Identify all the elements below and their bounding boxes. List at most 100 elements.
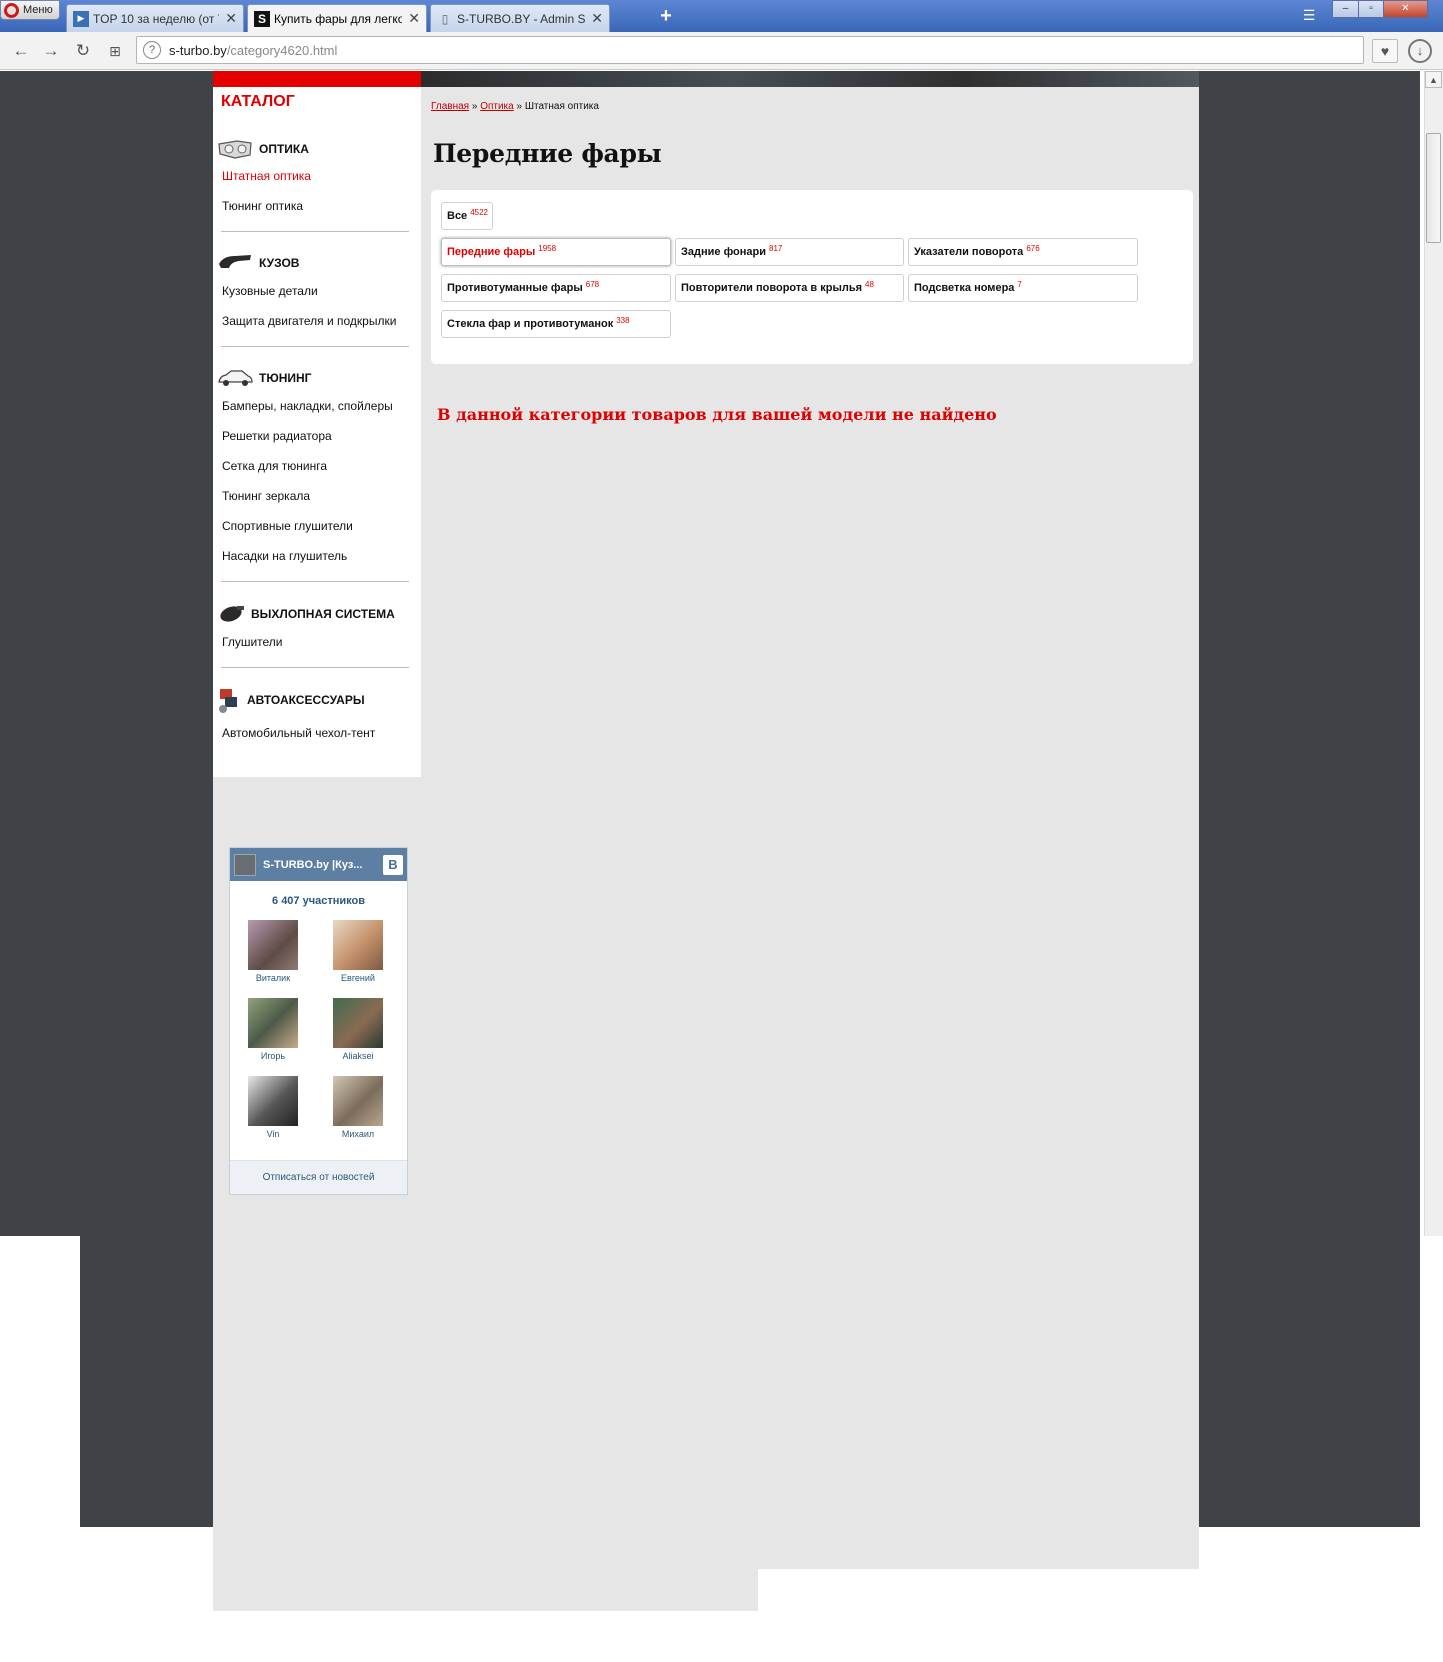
subcategory-all[interactable]: Все 4522 — [441, 202, 493, 230]
page-title: Передние фары — [433, 139, 662, 168]
subcategory-count: 676 — [1026, 243, 1040, 253]
new-tab-button[interactable]: + — [655, 6, 677, 28]
maximize-icon[interactable]: ▫ — [1358, 0, 1384, 18]
tab-close-icon[interactable]: ✕ — [591, 10, 603, 27]
vk-group-name[interactable]: S-TURBO.by |Куз... — [263, 859, 383, 871]
tab-kupit-fary[interactable]: S Купить фары для легковы ✕ — [247, 4, 427, 32]
subcategory-zadnie-fonari[interactable]: Задние фонари 817 — [675, 238, 904, 266]
back-arrow-icon[interactable]: ← — [10, 40, 32, 62]
vk-member-name: Евгений — [341, 973, 375, 983]
scroll-up-icon[interactable]: ▲ — [1425, 71, 1442, 88]
subcategory-count: 48 — [865, 279, 874, 289]
s-turbo-favicon-icon: S — [254, 10, 270, 27]
minimize-icon[interactable]: – — [1332, 0, 1359, 18]
sidebar-item-reshetki[interactable]: Решетки радиатора — [222, 429, 332, 443]
car-fender-icon — [217, 251, 253, 275]
subcategory-protivotumannye-fary[interactable]: Противотуманные фары 678 — [441, 274, 671, 302]
sidebar-item-shtatnaya-optika[interactable]: Штатная оптика — [222, 169, 311, 183]
browser-menu-button[interactable]: Меню — [0, 0, 60, 20]
content-background-bottom — [213, 1569, 758, 1611]
vk-group-avatar — [234, 853, 256, 876]
sidebar-red-bar — [213, 71, 421, 87]
breadcrumb-separator: » — [516, 101, 523, 112]
vk-unsubscribe-link[interactable]: Отписаться от новостей — [230, 1160, 407, 1194]
vk-member[interactable]: Игорь — [238, 998, 308, 1061]
vk-member[interactable]: Виталик — [238, 920, 308, 983]
tab-menu-icon[interactable]: ☰ — [1300, 7, 1318, 23]
avatar — [248, 1076, 298, 1126]
sidebar-item-bampery[interactable]: Бамперы, накладки, спойлеры — [222, 399, 393, 413]
scrollbar-thumb[interactable] — [1426, 133, 1441, 243]
section-vykhlopnaya-sistema[interactable]: ВЫХЛОПНАЯ СИСТЕМА — [217, 602, 395, 626]
header-banner-strip — [421, 71, 1199, 87]
section-kuzov[interactable]: КУЗОВ — [217, 251, 299, 275]
vk-member[interactable]: Vin — [238, 1076, 308, 1139]
vertical-scrollbar[interactable]: ▲ — [1424, 71, 1443, 1236]
subcategory-label: Задние фонари — [681, 246, 767, 258]
sidebar-item-zerkala[interactable]: Тюнинг зеркала — [222, 489, 310, 503]
tab-close-icon[interactable]: ✕ — [225, 10, 237, 27]
avatar — [248, 920, 298, 970]
sidebar-item-kuzovnye-detali[interactable]: Кузовные детали — [222, 284, 318, 298]
sidebar-item-tuning-optika[interactable]: Тюнинг оптика — [222, 199, 303, 213]
subcategory-povtoriteli-povorota[interactable]: Повторители поворота в крылья 48 — [675, 274, 904, 302]
vk-widget-header[interactable]: S-TURBO.by |Куз... B — [230, 848, 407, 881]
sidebar-divider — [221, 231, 409, 232]
avatar — [333, 920, 383, 970]
subcategory-perednie-fary[interactable]: Передние фары 1958 — [441, 238, 671, 266]
subcategory-label: Указатели поворота — [914, 246, 1024, 258]
subcategory-count: 4522 — [470, 207, 488, 217]
breadcrumb-home-link[interactable]: Главная — [431, 101, 469, 112]
tab-close-icon[interactable]: ✕ — [408, 10, 420, 27]
page-viewport: ▲ КАТАЛОГ ОПТИКА Штатная оптика Тюнинг о… — [0, 71, 1443, 1662]
sidebar-divider — [221, 346, 409, 347]
sidebar-divider — [221, 667, 409, 668]
subcategory-stekla-far[interactable]: Стекла фар и противотуманок 338 — [441, 310, 671, 338]
browser-menu-label: Меню — [23, 4, 53, 16]
close-window-icon[interactable]: ✕ — [1383, 0, 1428, 18]
section-title: ОПТИКА — [259, 142, 309, 156]
vk-member-name: Игорь — [260, 1051, 286, 1061]
vk-member[interactable]: Михаил — [323, 1076, 393, 1139]
vk-member[interactable]: Aliaksei — [323, 998, 393, 1061]
tab-title: TOP 10 за неделю (от TRUE — [93, 11, 219, 26]
sidebar-item-chekhol-tent[interactable]: Автомобильный чехол-тент — [222, 726, 375, 740]
vk-members-count[interactable]: 6 407 участников — [230, 895, 407, 907]
download-icon[interactable]: ↓ — [1408, 39, 1432, 63]
sidebar-item-setka[interactable]: Сетка для тюнинга — [222, 459, 327, 473]
subcategory-label: Стекла фар и противотуманок — [447, 318, 614, 330]
sidebar-item-glushiteli[interactable]: Глушители — [222, 635, 283, 649]
vk-member-name: Виталик — [255, 973, 291, 983]
section-optika[interactable]: ОПТИКА — [217, 137, 309, 161]
address-bar: ← → ↻ ⊞ ? s-turbo.by/category4620.html ♥… — [0, 32, 1443, 70]
section-avtoaksessuary[interactable]: АВТОАКСЕССУАРЫ — [217, 685, 365, 715]
subcategory-ukazateli-povorota[interactable]: Указатели поворота 676 — [908, 238, 1138, 266]
tab-top10[interactable]: ▶ TOP 10 за неделю (от TRUE ✕ — [66, 4, 244, 32]
tab-title: Купить фары для легковы — [274, 11, 402, 26]
forward-arrow-icon[interactable]: → — [40, 40, 62, 62]
vk-member-name: Vin — [266, 1129, 280, 1139]
vk-member[interactable]: Евгений — [323, 920, 393, 983]
section-title: АВТОАКСЕССУАРЫ — [247, 693, 365, 707]
subcategory-label: Повторители поворота в крылья — [681, 282, 863, 294]
tab-admin-shoppr[interactable]: ▯ S-TURBO.BY - Admin Shoppr ✕ — [430, 4, 610, 32]
sidebar-item-sport-glushiteli[interactable]: Спортивные глушители — [222, 519, 353, 533]
sidebar-item-nasadki[interactable]: Насадки на глушитель — [222, 549, 347, 563]
breadcrumb-optics-link[interactable]: Оптика — [480, 101, 514, 112]
sidebar-item-zashchita-dvigatelya[interactable]: Защита двигателя и подкрылки — [222, 314, 396, 328]
bookmark-heart-icon[interactable]: ♥ — [1372, 39, 1398, 63]
subcategory-label: Все — [447, 210, 468, 222]
accessories-icon — [217, 685, 241, 715]
subcategory-podsvetka-nomera[interactable]: Подсветка номера 7 — [908, 274, 1138, 302]
headlight-icon — [217, 137, 253, 161]
reload-icon[interactable]: ↻ — [72, 40, 94, 62]
browser-tab-bar: Меню ▶ TOP 10 за неделю (от TRUE ✕ S Куп… — [0, 0, 1443, 32]
url-field[interactable]: ? s-turbo.by/category4620.html — [136, 36, 1364, 64]
section-tuning[interactable]: ТЮНИНГ — [217, 366, 311, 390]
subcategory-label: Противотуманные фары — [447, 282, 583, 294]
site-info-icon[interactable]: ? — [143, 41, 161, 59]
section-title: ВЫХЛОПНАЯ СИСТЕМА — [251, 607, 395, 621]
url-host: s-turbo.by — [169, 42, 227, 58]
speed-dial-grid-icon[interactable]: ⊞ — [104, 40, 126, 62]
catalog-sidebar: КАТАЛОГ ОПТИКА Штатная оптика Тюнинг опт… — [213, 71, 421, 777]
